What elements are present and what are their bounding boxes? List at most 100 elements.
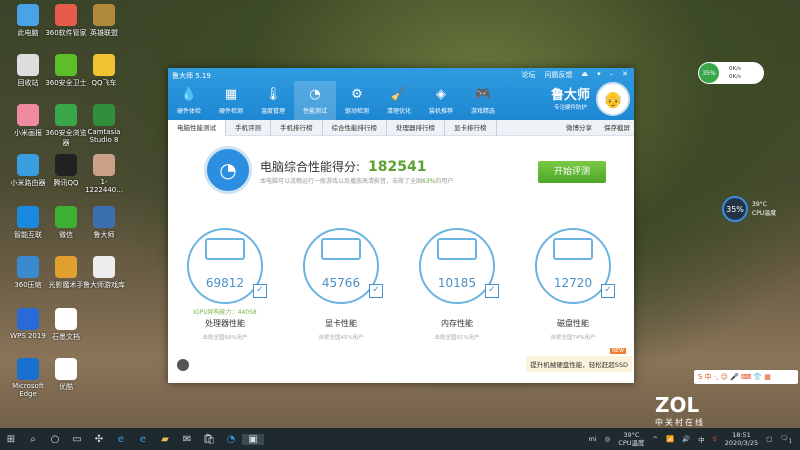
pinwheel-app-icon[interactable]: ✣ <box>88 434 110 445</box>
toolbar-item[interactable]: 🧹 清理优化 <box>378 81 420 120</box>
zol-watermark: ZOL 中关村在线 <box>655 393 705 427</box>
toolbar-item[interactable]: 🌡 温度管理 <box>252 81 294 120</box>
sub-tab[interactable]: 电脑性能测试 <box>168 119 226 136</box>
title-control[interactable]: – <box>610 70 614 80</box>
mail-icon[interactable]: ✉ <box>176 434 198 445</box>
app-icon <box>93 206 115 228</box>
score-description: 本电脑可以流畅运行一般游戏以及播放高清影音，击败了全国63%的用户 <box>260 178 454 185</box>
desktop-icon-label: QQ飞车 <box>91 79 117 87</box>
sub-tabs: 电脑性能测试 手机评测 手机排行榜 综合性能排行榜 处理器排行榜 显卡排行榜 微博分享 保存截… <box>168 119 634 136</box>
component-circle: 69812 ✓ <box>187 228 267 304</box>
download-speed: 0K/s <box>729 74 741 80</box>
component-icon <box>553 238 593 260</box>
search-icon[interactable]: ⌕ <box>22 434 44 445</box>
store-icon[interactable]: 🛍 <box>198 434 220 445</box>
show-desktop-icon[interactable]: ▢ <box>766 435 772 443</box>
ludashi-active-icon[interactable]: ▣ <box>242 433 264 445</box>
app-icon <box>93 154 115 176</box>
component-circle: 10185 ✓ <box>419 228 499 304</box>
app-icon <box>17 104 39 126</box>
desktop-icon[interactable]: 石墨文档 <box>44 308 88 342</box>
tool-label: 驱动检测 <box>344 108 369 115</box>
network-icon[interactable]: 📶 <box>666 435 674 443</box>
desktop-icon[interactable]: 1-1222440... <box>82 154 126 194</box>
cpu-widget[interactable]: 35% 39°C CPU温度 <box>722 196 776 222</box>
notification-icon[interactable]: 🗨1 <box>780 434 792 444</box>
main-toolbar: 💧 硬件体检 ▦ 硬件检测 🌡 温度管理 ◔ 性能测试 ⚙ 驱动检测 🧹 清理优化 ◈ 装机推荐 🎮 游戏精选 <box>168 81 504 120</box>
desktop-icon[interactable]: QQ飞车 <box>82 54 126 88</box>
sogou-icon[interactable]: S <box>713 435 717 443</box>
title-control[interactable]: ✕ <box>622 70 628 80</box>
desktop-icon-label: 优酷 <box>59 383 73 391</box>
component-rank: 击败全国74%用户 <box>550 335 596 341</box>
desktop-icon[interactable]: 鲁大师游戏库 <box>82 256 126 290</box>
folder-icon[interactable]: ▰ <box>154 434 176 445</box>
desktop-icon[interactable]: 优酷 <box>44 358 88 392</box>
tool-label: 清理优化 <box>386 108 411 115</box>
title-control[interactable]: 问题反馈 <box>544 70 572 80</box>
taskbar: ⊞ ⌕ ○ ▭ ✣ e e ▰ ✉ 🛍 ◔ ▣ mi ◎ 39°C CPU温度 ^… <box>0 428 800 450</box>
start-benchmark-button[interactable]: 开始评测 <box>538 161 606 183</box>
toolbar-item[interactable]: ◔ 性能测试 <box>294 81 336 120</box>
sub-tab[interactable]: 综合性能排行榜 <box>323 119 387 136</box>
benchmark-card[interactable]: 10185 ✓ 内存性能 击败全国91%用户 <box>402 228 512 341</box>
new-badge: NEW <box>610 348 626 354</box>
component-score: 12720 <box>553 276 593 290</box>
weibo-share-button[interactable]: 微博分享 <box>566 120 592 136</box>
user-icon[interactable] <box>177 359 189 371</box>
total-score: 182541 <box>368 159 427 175</box>
save-screenshot-button[interactable]: 保存截屏 <box>604 120 630 136</box>
title-control[interactable]: 论坛 <box>521 70 535 80</box>
desktop-icon[interactable]: 鲁大师 <box>82 206 126 240</box>
toolbar-item[interactable]: ◈ 装机推荐 <box>420 81 462 120</box>
ime-indicator[interactable]: 中 <box>698 434 705 444</box>
title-control[interactable]: ⏏ <box>581 70 588 80</box>
toolbar-item[interactable]: 💧 硬件体检 <box>168 81 210 120</box>
sub-tab[interactable]: 显卡排行榜 <box>445 119 497 136</box>
ssd-promo-link[interactable]: 提升机械硬盘性能，轻松赶超SSD <box>526 356 632 372</box>
sub-tab[interactable]: 手机排行榜 <box>271 119 323 136</box>
clock[interactable]: 18:51 2020/3/25 <box>725 431 758 447</box>
component-rank: 击败全国45%用户 <box>318 335 364 341</box>
tool-label: 性能测试 <box>302 108 327 115</box>
app-icon <box>17 54 39 76</box>
toolbar-item[interactable]: ⚙ 驱动检测 <box>336 81 378 120</box>
window-title: 鲁大师 5.19 <box>172 72 211 80</box>
taskbar-temp-label: CPU温度 <box>618 439 645 447</box>
app-icon <box>93 54 115 76</box>
app-icon <box>55 54 77 76</box>
benchmark-card[interactable]: 45766 ✓ 显卡性能 击败全国45%用户 <box>286 228 396 341</box>
network-widget[interactable]: 35% 0K/s 0K/s <box>698 62 764 84</box>
mi-icon[interactable]: mi <box>588 435 596 443</box>
desktop-icon[interactable]: 英雄联盟 <box>82 4 126 38</box>
igpu-score <box>286 307 396 316</box>
mascot-avatar[interactable]: 👴 <box>596 82 630 116</box>
toolbar-item[interactable]: 🎮 游戏精选 <box>462 81 504 120</box>
app-icon <box>17 154 39 176</box>
check-icon: ✓ <box>369 284 383 298</box>
title-control[interactable]: ▾ <box>597 70 601 80</box>
start-button[interactable]: ⊞ <box>0 434 22 445</box>
ludashi-taskbar-icon[interactable]: ◔ <box>220 434 242 445</box>
cortana-icon[interactable]: ○ <box>44 434 66 445</box>
tool-label: 硬件体检 <box>176 108 201 115</box>
sub-tab[interactable]: 手机评测 <box>226 119 271 136</box>
ie-icon[interactable]: e <box>132 434 154 445</box>
desktop-icon-label: 鲁大师游戏库 <box>83 281 125 289</box>
edge-icon[interactable]: e <box>110 434 132 445</box>
toolbar-item[interactable]: ▦ 硬件检测 <box>210 81 252 120</box>
desktop-icon[interactable]: Camtasia Studio 8 <box>82 104 126 144</box>
benchmark-card[interactable]: 12720 ✓ 磁盘性能 击败全国74%用户 <box>518 228 628 341</box>
ime-toolbar[interactable]: S 中 ·, ☺ 🎤 ⌨ 👕 ▦ <box>694 370 798 384</box>
volume-icon[interactable]: 🔊 <box>682 435 690 443</box>
app-icon <box>55 256 77 278</box>
desktop-icon-label: 1-1222440... <box>85 178 123 194</box>
tool-label: 游戏精选 <box>470 108 495 115</box>
brand: 鲁大师 专注硬件防护 <box>551 84 590 111</box>
benchmark-card[interactable]: 69812 ✓ IGPU异构能力：44058 处理器性能 击败全国68%用户 <box>170 228 280 341</box>
show-hidden-icon[interactable]: ^ <box>653 435 658 443</box>
task-view-icon[interactable]: ▭ <box>66 434 88 445</box>
sub-tab[interactable]: 处理器排行榜 <box>387 119 445 136</box>
security-icon[interactable]: ◎ <box>605 435 611 443</box>
app-icon <box>55 308 77 330</box>
